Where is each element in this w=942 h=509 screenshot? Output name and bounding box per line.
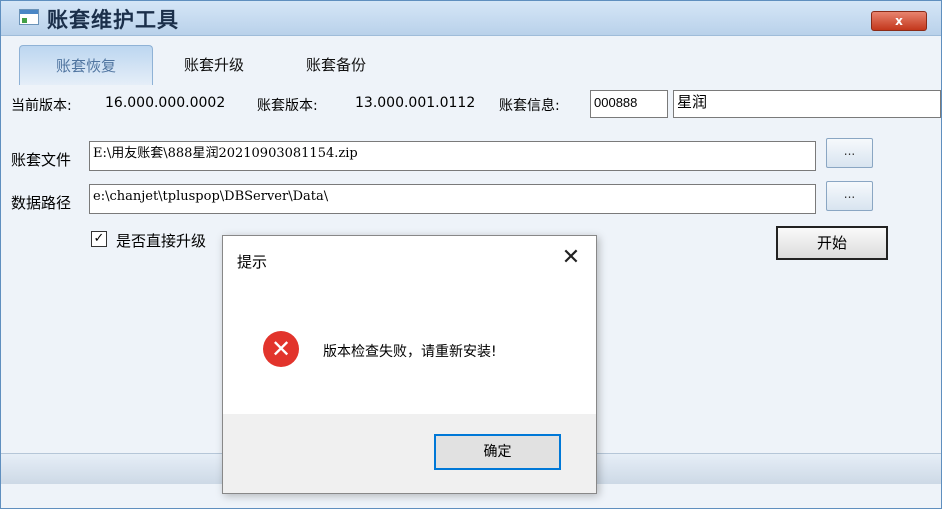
- tab-restore[interactable]: 账套恢复: [19, 45, 153, 85]
- account-version-label: 账套版本:: [257, 98, 318, 114]
- current-version-value: 16.000.000.0002: [105, 95, 226, 111]
- account-code-field[interactable]: 000888: [590, 90, 668, 118]
- dialog-message: 版本检查失败，请重新安装!: [323, 344, 497, 360]
- app-icon: [19, 9, 39, 25]
- start-button[interactable]: 开始: [776, 226, 888, 260]
- data-path-label: 数据路径: [11, 194, 72, 212]
- dialog-title: 提示: [237, 253, 268, 271]
- account-name-field[interactable]: 星润: [673, 90, 941, 118]
- dialog-close-icon[interactable]: ✕: [559, 246, 583, 270]
- current-version-label: 当前版本:: [11, 98, 72, 114]
- account-version-value: 13.000.001.0112: [355, 95, 476, 111]
- account-info-label: 账套信息:: [499, 98, 560, 114]
- data-path-browse-button[interactable]: ...: [826, 181, 873, 211]
- tab-backup[interactable]: 账套备份: [281, 45, 391, 85]
- window-close-button[interactable]: x: [871, 11, 927, 31]
- ok-button[interactable]: 确定: [434, 434, 561, 470]
- data-path-field[interactable]: e:\chanjet\tpluspop\DBServer\Data\: [89, 184, 816, 214]
- dialog-footer: 确定: [223, 414, 596, 493]
- window-title: 账套维护工具: [47, 8, 179, 32]
- tab-upgrade[interactable]: 账套升级: [159, 45, 269, 85]
- account-file-field[interactable]: E:\用友账套\888星润20210903081154.zip: [89, 141, 816, 171]
- account-file-label: 账套文件: [11, 151, 72, 169]
- alert-dialog: 提示 ✕ ✕ 版本检查失败，请重新安装! 确定: [222, 235, 597, 494]
- direct-upgrade-checkbox[interactable]: ✓: [91, 231, 107, 247]
- direct-upgrade-label: 是否直接升级: [116, 232, 207, 250]
- title-bar[interactable]: 账套维护工具 x: [1, 1, 941, 36]
- account-file-browse-button[interactable]: ...: [826, 138, 873, 168]
- error-icon: ✕: [263, 331, 299, 367]
